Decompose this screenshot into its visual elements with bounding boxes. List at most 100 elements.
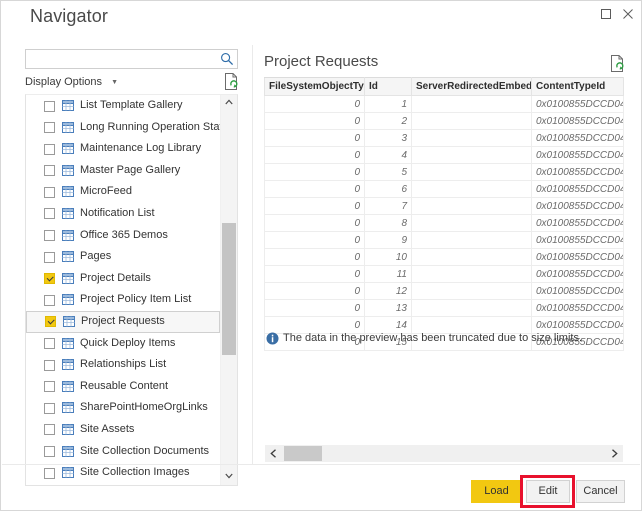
tree-item-checkbox[interactable] xyxy=(44,446,55,457)
table-column-header[interactable]: FileSystemObjectType xyxy=(264,77,365,96)
table-row[interactable]: 014 0x0100855DCCD040995 xyxy=(264,316,624,334)
table-row[interactable]: 010 0x0100855DCCD040995 xyxy=(264,248,624,266)
tree-item-checkbox[interactable] xyxy=(44,230,55,242)
tree-vertical-scrollbar[interactable] xyxy=(220,95,237,485)
tree-item[interactable]: Project Policy Item List xyxy=(26,289,222,311)
table-row[interactable]: 01 0x0100855DCCD040995 xyxy=(264,95,624,113)
tree-item[interactable]: Relationships List xyxy=(26,354,222,376)
tree-item[interactable]: Pages xyxy=(26,246,222,268)
tree-item[interactable]: Site Pages xyxy=(26,484,222,485)
table-row[interactable]: 02 0x0100855DCCD040995 xyxy=(264,112,624,130)
table-row[interactable]: 012 0x0100855DCCD040995 xyxy=(264,282,624,300)
tree-item[interactable]: Notification List xyxy=(26,203,222,225)
preview-data-table[interactable]: FileSystemObjectTypeIdServerRedirectedEm… xyxy=(264,77,624,351)
table-cell xyxy=(411,231,532,249)
pane-divider xyxy=(252,45,253,464)
tree-item-checkbox[interactable] xyxy=(44,143,55,155)
tree-item-checkbox[interactable] xyxy=(44,294,55,306)
object-tree-panel[interactable]: List Template Gallery Long Running Operat… xyxy=(25,94,238,486)
tree-item[interactable]: MicroFeed xyxy=(26,181,222,203)
table-grid-icon xyxy=(62,100,74,111)
table-row[interactable]: 06 0x0100855DCCD040995 xyxy=(264,180,624,198)
scroll-up-button[interactable] xyxy=(221,95,237,111)
tree-item[interactable]: Site Assets xyxy=(26,419,222,441)
edit-button[interactable]: Edit xyxy=(526,480,570,503)
tree-item-checkbox[interactable] xyxy=(44,122,55,134)
table-cell: 0x0100855DCCD040995 xyxy=(531,214,624,232)
table-column-header[interactable]: Id xyxy=(364,77,412,96)
tree-item-checkbox[interactable] xyxy=(44,338,55,350)
tree-item[interactable]: Reusable Content xyxy=(26,376,222,398)
table-row[interactable]: 011 0x0100855DCCD040995 xyxy=(264,265,624,283)
table-column-header[interactable]: ContentTypeId xyxy=(531,77,624,96)
table-grid-icon xyxy=(62,467,74,479)
search-icon[interactable] xyxy=(220,52,234,66)
table-row[interactable]: 09 0x0100855DCCD040995 xyxy=(264,231,624,249)
table-cell: 0 xyxy=(264,282,365,300)
tree-item[interactable]: Site Collection Images xyxy=(26,462,222,484)
table-row[interactable]: 05 0x0100855DCCD040995 xyxy=(264,163,624,181)
tree-item-label: Quick Deploy Items xyxy=(80,336,176,349)
table-column-header[interactable]: ServerRedirectedEmbedUrl xyxy=(411,77,532,96)
search-box[interactable] xyxy=(25,49,238,69)
tree-item-checkbox[interactable] xyxy=(44,251,55,263)
table-cell: 0x0100855DCCD040995 xyxy=(531,129,624,147)
cancel-button[interactable]: Cancel xyxy=(576,480,625,503)
table-cell: 14 xyxy=(364,316,412,334)
tree-item[interactable]: Site Collection Documents xyxy=(26,441,222,463)
scroll-down-button[interactable] xyxy=(221,469,237,485)
tree-item[interactable]: Maintenance Log Library xyxy=(26,138,222,160)
maximize-button[interactable] xyxy=(595,4,617,24)
close-button[interactable] xyxy=(617,4,639,24)
tree-item[interactable]: Master Page Gallery xyxy=(26,160,222,182)
tree-item-checkbox[interactable] xyxy=(44,273,55,285)
table-row[interactable]: 03 0x0100855DCCD040995 xyxy=(264,129,624,147)
table-horizontal-scrollbar[interactable] xyxy=(265,445,623,462)
chevron-left-icon xyxy=(270,449,276,458)
search-input[interactable] xyxy=(30,51,219,69)
tree-item-checkbox[interactable] xyxy=(45,316,56,328)
tree-item-label: Master Page Gallery xyxy=(80,163,181,176)
table-row[interactable]: 04 0x0100855DCCD040995 xyxy=(264,146,624,164)
table-cell: 0x0100855DCCD040995 xyxy=(531,112,624,130)
table-cell: 0 xyxy=(264,231,365,249)
refresh-document-icon[interactable] xyxy=(223,73,239,90)
tree-item[interactable]: SharePointHomeOrgLinks xyxy=(26,397,222,419)
scroll-right-button[interactable] xyxy=(606,445,623,462)
tree-item-label: List Template Gallery xyxy=(80,99,183,111)
table-cell: 0x0100855DCCD040995 xyxy=(531,248,624,266)
scroll-left-button[interactable] xyxy=(265,445,282,462)
tree-item-checkbox[interactable] xyxy=(44,402,55,414)
tree-item[interactable]: Office 365 Demos xyxy=(26,225,222,247)
table-row[interactable]: 013 0x0100855DCCD040995 xyxy=(264,299,624,317)
tree-item[interactable]: List Template Gallery xyxy=(26,95,222,117)
tree-item[interactable]: Long Running Operation Status xyxy=(26,117,234,139)
tree-item-label: Maintenance Log Library xyxy=(80,142,202,155)
tree-item-checkbox[interactable] xyxy=(44,359,55,371)
horizontal-scroll-thumb[interactable] xyxy=(284,446,322,461)
tree-scroll-thumb[interactable] xyxy=(222,223,236,355)
tree-item-label: Project Requests xyxy=(81,314,165,327)
table-cell: 0 xyxy=(264,163,365,181)
load-button[interactable]: Load xyxy=(471,480,522,503)
preview-refresh-document-icon[interactable] xyxy=(609,55,625,72)
page-title: Navigator xyxy=(30,6,108,26)
table-grid-icon xyxy=(62,229,74,241)
table-cell xyxy=(411,197,532,215)
tree-item[interactable]: Project Details xyxy=(26,268,222,290)
tree-item-checkbox[interactable] xyxy=(44,208,55,220)
display-options-dropdown[interactable]: Display Options ▼ xyxy=(25,76,118,88)
tree-item-checkbox[interactable] xyxy=(44,467,55,479)
table-grid-icon xyxy=(62,380,74,392)
tree-item[interactable]: Project Requests xyxy=(26,310,220,333)
tree-item-checkbox[interactable] xyxy=(44,165,55,177)
table-row[interactable]: 08 0x0100855DCCD040995 xyxy=(264,214,624,232)
tree-item-checkbox[interactable] xyxy=(44,100,55,112)
tree-item-checkbox[interactable] xyxy=(44,424,55,436)
tree-item[interactable]: Quick Deploy Items xyxy=(26,333,222,355)
table-cell: 0 xyxy=(264,316,365,334)
table-row[interactable]: 07 0x0100855DCCD040995 xyxy=(264,197,624,215)
tree-item-checkbox[interactable] xyxy=(44,381,55,393)
tree-item-checkbox[interactable] xyxy=(44,186,55,198)
chevron-up-icon xyxy=(225,99,233,105)
